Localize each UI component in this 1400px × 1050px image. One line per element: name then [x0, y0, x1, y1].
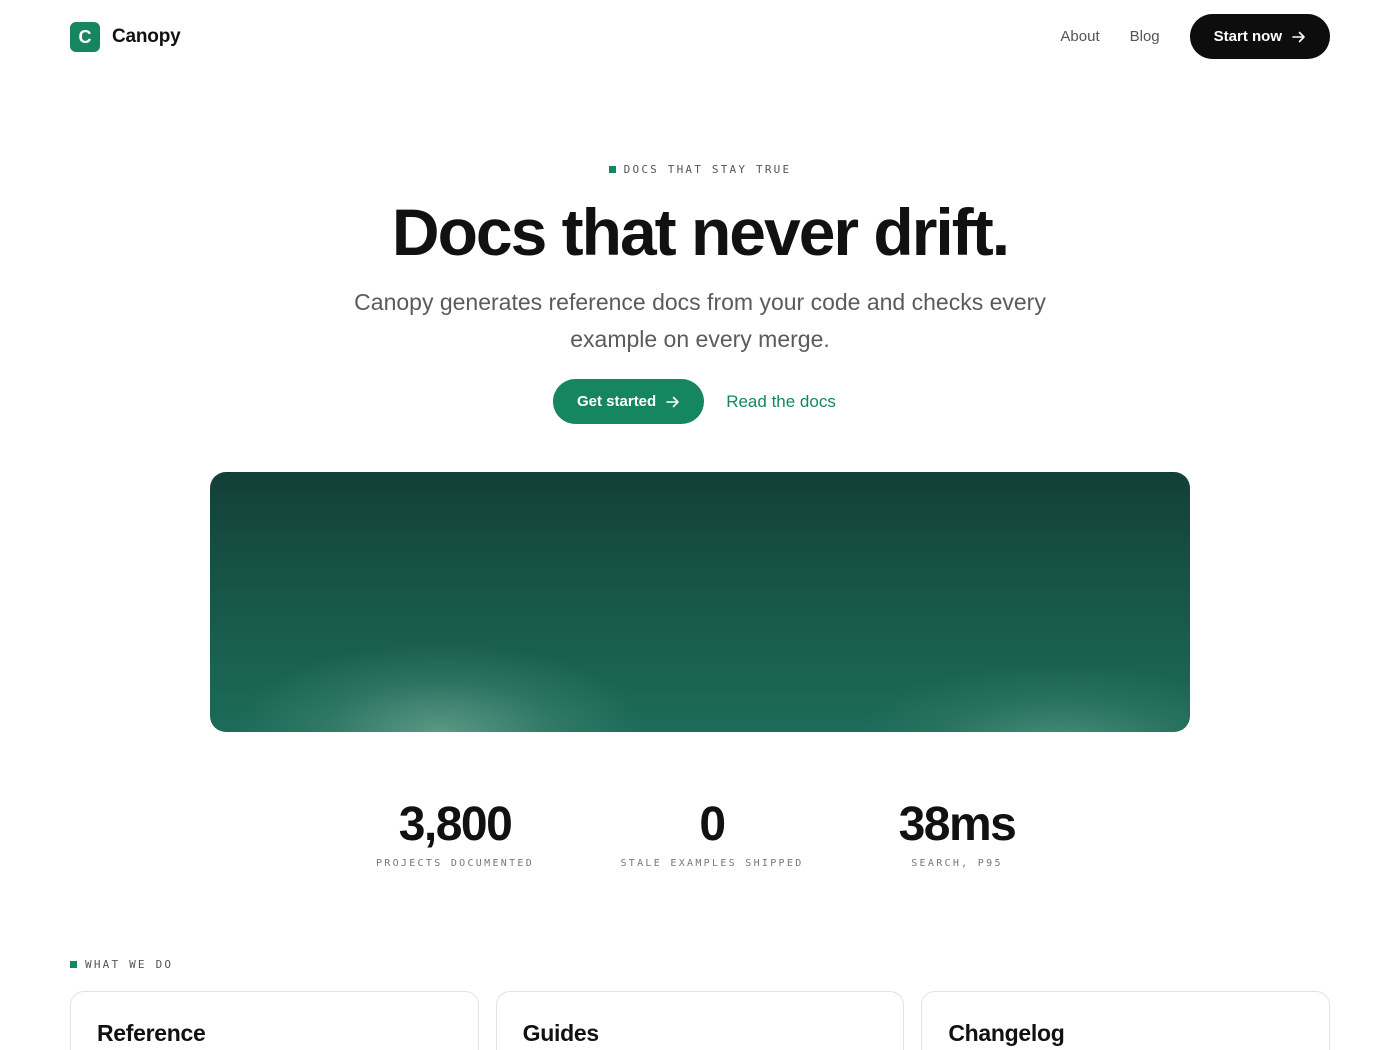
banner-glow-right [850, 662, 1190, 732]
logo-icon: C [70, 22, 100, 52]
hero-title: Docs that never drift. [391, 195, 1010, 269]
stat-item: 3,800 PROJECTS DOCUMENTED [325, 795, 585, 869]
stat-value: 38ms [898, 798, 1017, 851]
start-now-button[interactable]: Start now [1189, 14, 1330, 59]
card-title: Guides [522, 1020, 599, 1046]
nav-link-about[interactable]: About [1060, 14, 1099, 59]
eyebrow-square-icon [608, 166, 616, 173]
feature-cards: Reference Guides Changelog [70, 991, 1331, 1050]
section-eyebrow: WHAT WE DO [70, 958, 173, 971]
hero-subtitle: Canopy generates reference docs from you… [354, 289, 1046, 352]
hero-cta-row: Get started Read the docs [553, 379, 836, 424]
arrow-right-icon [1292, 31, 1305, 42]
stat-value: 0 [699, 798, 726, 851]
card-title: Reference [97, 1020, 206, 1046]
hero-eyebrow-text: DOCS THAT STAY TRUE [623, 163, 792, 176]
get-started-button[interactable]: Get started [553, 379, 705, 424]
start-now-label: Start now [1213, 28, 1282, 45]
stat-item: 38ms SEARCH, P95 [827, 795, 1087, 869]
section-eyebrow-text: WHAT WE DO [85, 958, 174, 971]
stat-label: PROJECTS DOCUMENTED [375, 858, 535, 869]
feature-card-changelog[interactable]: Changelog [921, 991, 1331, 1050]
stat-label: SEARCH, P95 [911, 858, 1003, 869]
top-nav: About Blog Start now [1060, 14, 1330, 59]
feature-card-reference[interactable]: Reference [70, 991, 479, 1050]
nav-link-blog[interactable]: Blog [1130, 14, 1160, 59]
stat-value: 3,800 [398, 798, 513, 851]
stat-item: 0 STALE EXAMPLES SHIPPED [582, 795, 842, 869]
banner-glow-left [230, 642, 650, 732]
get-started-label: Get started [577, 393, 657, 410]
brand-name: Canopy [112, 26, 181, 47]
hero-banner-image [210, 472, 1190, 732]
stat-label: STALE EXAMPLES SHIPPED [620, 858, 804, 869]
arrow-right-icon [666, 396, 680, 407]
read-docs-link[interactable]: Read the docs [726, 392, 836, 412]
eyebrow-square-icon [70, 961, 77, 968]
site-header: C Canopy About Blog Start now [0, 0, 1400, 74]
feature-card-guides[interactable]: Guides [495, 991, 905, 1050]
brand[interactable]: C Canopy [70, 22, 181, 52]
card-title: Changelog [948, 1020, 1065, 1046]
hero-eyebrow: DOCS THAT STAY TRUE [0, 163, 1400, 176]
